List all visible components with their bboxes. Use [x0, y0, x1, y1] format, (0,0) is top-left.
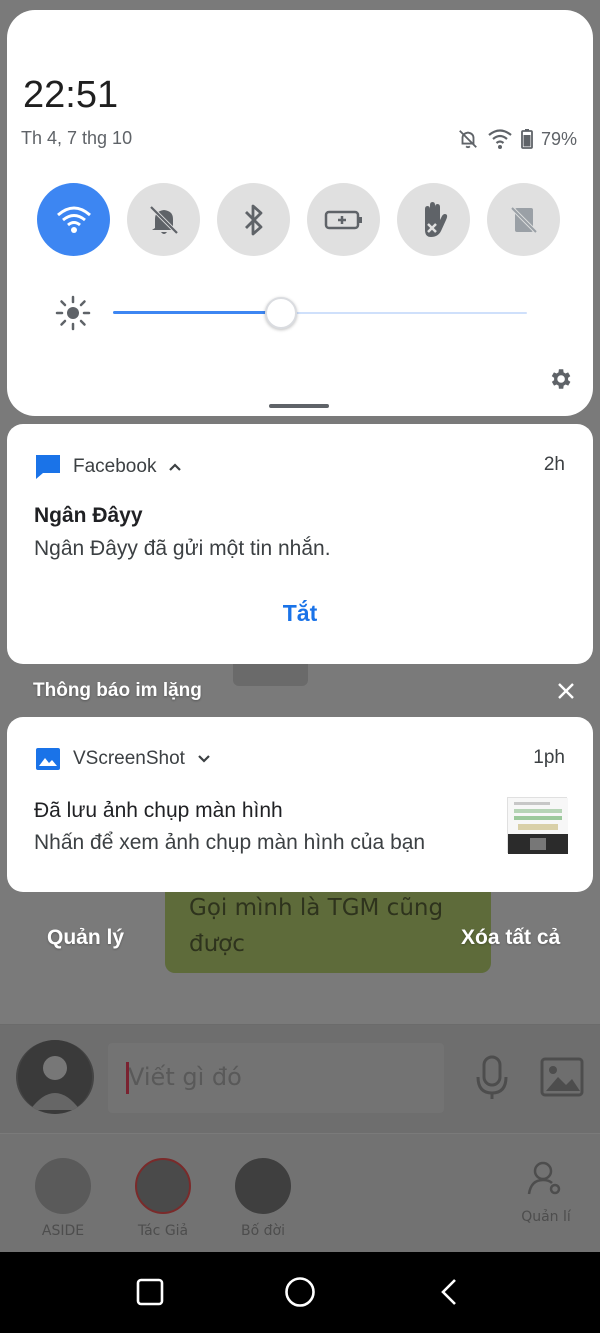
navigation-bar [0, 1252, 600, 1333]
wifi-icon [56, 206, 91, 233]
facebook-app-header: Facebook [35, 454, 182, 480]
battery-icon [521, 129, 533, 149]
close-icon[interactable] [555, 680, 577, 702]
tab-bo-doi-icon [235, 1158, 291, 1214]
chevron-down-icon[interactable] [197, 754, 211, 764]
facebook-notification[interactable]: Facebook 2h Ngân Đâyy Ngân Đâyy đã gửi m… [7, 424, 593, 664]
facebook-notification-body: Ngân Đâyy đã gửi một tin nhắn. [34, 537, 331, 560]
touch-block-tile[interactable] [397, 183, 470, 256]
bluetooth-tile[interactable] [217, 183, 290, 256]
avatar [16, 1040, 94, 1114]
vscreenshot-notification-title: Đã lưu ảnh chụp màn hình [34, 799, 283, 822]
brightness-icon [55, 295, 91, 331]
background-message-input: Viết gì đó [108, 1043, 444, 1113]
vscreenshot-app-header: VScreenShot [35, 747, 211, 771]
do-not-disturb-tile[interactable] [127, 183, 200, 256]
tab-label-aside: ASIDE [41, 1223, 85, 1239]
tab-label-bo-doi: Bố đời [241, 1223, 285, 1239]
bluetooth-icon [244, 204, 262, 235]
silent-notifications-header: Thông báo im lặng [33, 680, 202, 701]
recent-apps-icon [136, 1278, 164, 1306]
brightness-slider-fill [113, 311, 281, 314]
back-icon [441, 1279, 456, 1305]
background-chat-message: Gọi mình là TGM cũng được [165, 880, 491, 973]
wifi-status-icon [488, 129, 512, 149]
wifi-tile[interactable] [37, 183, 110, 256]
brightness-slider-thumb[interactable] [265, 297, 297, 329]
vscreenshot-app-name: VScreenShot [73, 748, 185, 769]
manage-button[interactable]: Quản lý [47, 926, 124, 950]
clear-all-button[interactable]: Xóa tất cả [461, 926, 560, 950]
image-icon [540, 1057, 584, 1097]
home-button[interactable] [280, 1272, 320, 1312]
tab-author-icon [135, 1158, 191, 1214]
text-cursor [126, 1062, 129, 1094]
settings-gear-icon[interactable] [547, 366, 573, 392]
battery-saver-tile[interactable] [307, 183, 380, 256]
tab-label-manage: Quản lí [521, 1209, 571, 1225]
auto-rotate-tile[interactable] [487, 183, 560, 256]
messenger-icon [36, 455, 60, 479]
facebook-notification-time: 2h [543, 454, 565, 475]
vscreenshot-notification[interactable]: VScreenShot 1ph Đã lưu ảnh chụp màn hình… [7, 717, 593, 892]
facebook-app-name: Facebook [73, 456, 157, 477]
chevron-up-icon[interactable] [168, 462, 182, 472]
recent-apps-button[interactable] [130, 1272, 170, 1312]
clock: 22:51 [23, 74, 119, 116]
vscreenshot-notification-body: Nhấn để xem ảnh chụp màn hình của bạn [34, 831, 426, 854]
user-settings-icon [527, 1161, 561, 1195]
screenshot-thumbnail[interactable] [507, 797, 568, 854]
back-button[interactable] [429, 1272, 469, 1312]
notifications-off-icon [459, 130, 477, 149]
rotate-off-icon [510, 206, 537, 233]
facebook-notification-title: Ngân Đâyy [34, 504, 143, 527]
home-icon [285, 1277, 315, 1307]
image-app-icon [36, 748, 60, 770]
brightness-slider-track[interactable] [281, 312, 527, 314]
date: Th 4, 7 thg 10 [21, 128, 133, 148]
microphone-icon [476, 1055, 508, 1099]
hand-block-icon [424, 201, 447, 237]
battery-saver-icon [324, 210, 362, 229]
bell-off-icon [149, 205, 178, 234]
panel-drag-handle[interactable] [269, 404, 329, 408]
tab-aside-icon [35, 1158, 91, 1214]
turn-off-button[interactable]: Tắt [7, 600, 593, 627]
quick-settings-panel: 22:51 Th 4, 7 thg 10 79% [7, 10, 593, 416]
battery-percent: 79% [540, 128, 577, 149]
status-icons: 79% [457, 128, 577, 150]
vscreenshot-notification-time: 1ph [533, 747, 565, 768]
tab-label-author: Tác Giả [137, 1223, 189, 1239]
